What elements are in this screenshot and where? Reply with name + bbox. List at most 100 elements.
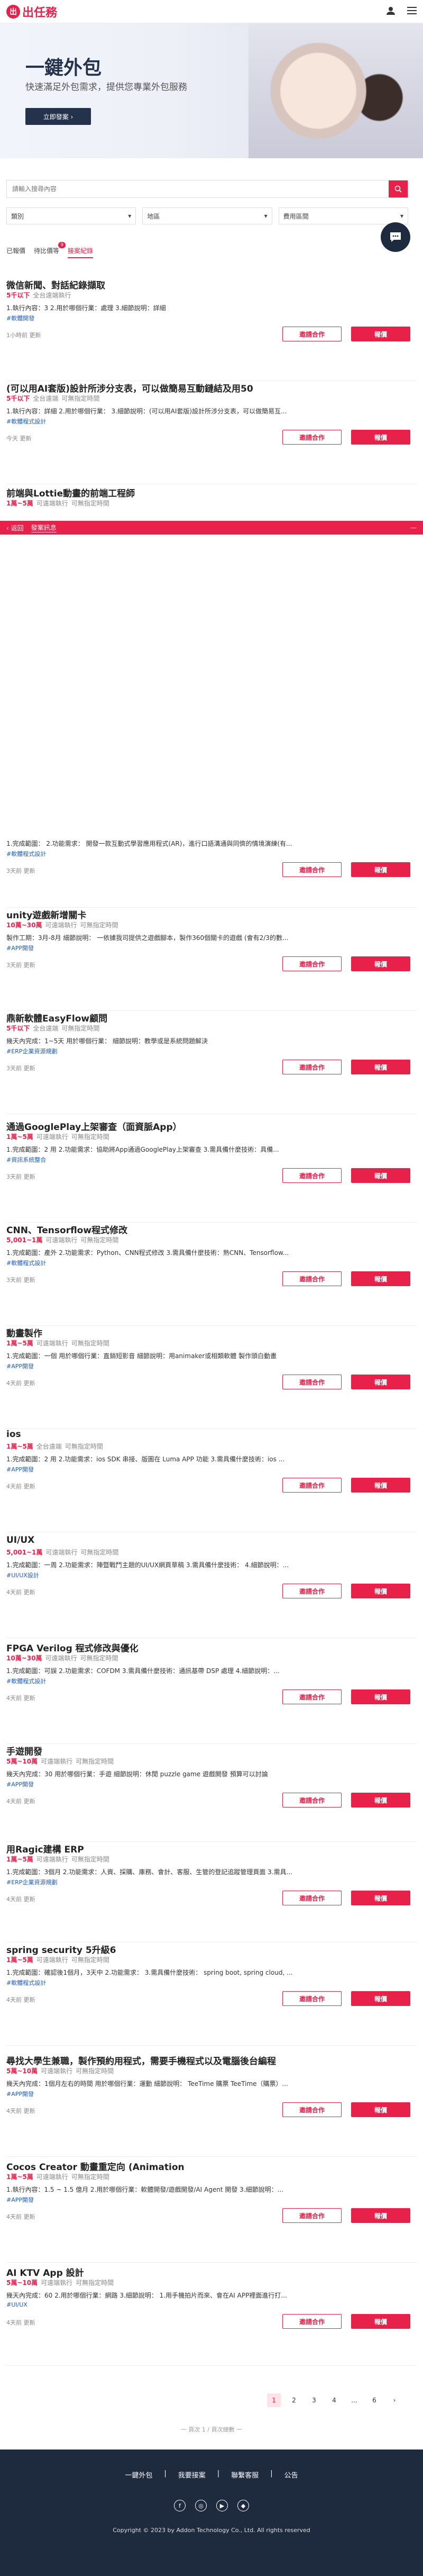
job-card[interactable]: Cocos Creator 動畫重定向 (Animation 1萬~5萬 可遠端執行… xyxy=(6,2159,417,2263)
quote-button[interactable]: 報價 xyxy=(351,1891,410,1905)
job-tag[interactable]: #軟體程式設計 xyxy=(6,1677,46,1685)
job-tag[interactable]: #軟體程式設計 xyxy=(6,1978,46,1987)
job-card[interactable]: FPGA Verilog 程式修改與優化 10萬~30萬 可遠端執行 可無指定時間 1.… xyxy=(6,1641,417,1744)
footer-link[interactable]: 公告 xyxy=(284,2470,298,2480)
job-card[interactable]: 通過GooglePlay上架審查（面資脈App） 1萬~5萬 可遠端執行 可無指定時間… xyxy=(6,1119,417,1223)
invite-button[interactable]: 邀請合作 xyxy=(282,2314,342,2329)
job-title[interactable]: ios xyxy=(6,1429,21,1440)
job-card[interactable]: 用Ragic建構 ERP 1萬~5萬 可遠端執行 可無指定時間 1.完成範圍：3個月 2… xyxy=(6,1842,417,1942)
job-card[interactable]: ios 1萬~5萬 全台遠端 可無指定時間 1.完成範圍：2 用 2.功能需求：ios … xyxy=(6,1429,417,1532)
instagram-icon[interactable]: ◎ xyxy=(195,2500,207,2511)
job-title[interactable]: UI/UX xyxy=(6,1535,34,1545)
invite-button[interactable]: 邀請合作 xyxy=(282,1478,342,1493)
invite-button[interactable]: 邀請合作 xyxy=(282,1991,342,2006)
user-icon[interactable] xyxy=(386,6,396,17)
category-select[interactable]: 類別 ▾ xyxy=(6,207,136,224)
job-tag[interactable]: #UI/UX設計 xyxy=(6,1571,39,1579)
invite-button[interactable]: 邀請合作 xyxy=(282,1891,342,1905)
job-card[interactable]: CNN、Tensorflow程式修改 5,001~1萬 可遠端執行 可無指定時間 1.完… xyxy=(6,1223,417,1326)
invite-button[interactable]: 邀請合作 xyxy=(282,327,342,341)
invite-button[interactable]: 邀請合作 xyxy=(282,1168,342,1183)
job-card[interactable]: unity遊戲新增關卡 10萬~30萬 可遠端執行 可無指定時間 製作工期：3月-8月 … xyxy=(6,908,417,1011)
quote-button[interactable]: 報價 xyxy=(351,327,410,341)
quote-button[interactable]: 報價 xyxy=(351,2208,410,2223)
job-card[interactable]: 前端與Lottie動畫的前端工程師 1萬~5萬 可遠端執行 可無指定時間 xyxy=(6,486,417,521)
job-title[interactable]: spring security 5升級6 xyxy=(6,1942,116,1956)
job-tag[interactable]: #UI/UX xyxy=(6,2301,27,2308)
youtube-icon[interactable]: ▶ xyxy=(216,2500,228,2511)
quote-button[interactable]: 報價 xyxy=(351,2314,410,2329)
invite-button[interactable]: 邀請合作 xyxy=(282,2208,342,2223)
quote-button[interactable]: 報價 xyxy=(351,1168,410,1183)
facebook-icon[interactable]: f xyxy=(174,2500,186,2511)
job-title[interactable]: 前端與Lottie動畫的前端工程師 xyxy=(6,486,135,499)
job-title[interactable]: 通過GooglePlay上架審查（面資脈App） xyxy=(6,1119,182,1133)
quote-button[interactable]: 報價 xyxy=(351,1584,410,1598)
invite-button[interactable]: 邀請合作 xyxy=(282,1793,342,1807)
invite-button[interactable]: 邀請合作 xyxy=(282,1584,342,1598)
menu-icon[interactable] xyxy=(407,6,417,16)
invite-button[interactable]: 邀請合作 xyxy=(282,2102,342,2117)
job-card[interactable]: UI/UX 5,001~1萬 可遠端執行 可無指定時間 1.完成範圍：一周 2.功能需求… xyxy=(6,1535,417,1638)
logo[interactable]: 出 出任務 xyxy=(6,3,57,20)
job-title[interactable]: 尋找大學生兼職，製作預約用程式，需要手機程式以及電腦後台編程 xyxy=(6,2054,276,2067)
job-card[interactable]: 手遊開發 5萬~10萬 可遠端執行 可無指定時間 幾天內完成：30 用於哪個行業：手遊 … xyxy=(6,1744,417,1842)
search-input[interactable] xyxy=(7,180,389,197)
page-button[interactable]: 3 xyxy=(307,2393,321,2407)
quote-button[interactable]: 報價 xyxy=(351,1793,410,1807)
job-tag[interactable]: #資訊系統整合 xyxy=(6,1155,46,1164)
quote-button[interactable]: 報價 xyxy=(351,862,410,877)
job-title[interactable]: Cocos Creator 動畫重定向 (Animation xyxy=(6,2159,185,2173)
job-tag[interactable]: #APP開發 xyxy=(6,1780,34,1788)
job-title[interactable]: unity遊戲新增關卡 xyxy=(6,908,86,921)
invite-button[interactable]: 邀請合作 xyxy=(282,956,342,971)
next-page-button[interactable]: › xyxy=(388,2393,401,2407)
page-button[interactable]: 4 xyxy=(327,2393,341,2407)
search-button[interactable] xyxy=(389,180,408,197)
quote-button[interactable]: 報價 xyxy=(351,1991,410,2006)
job-card[interactable]: 尋找大學生兼職，製作預約用程式，需要手機程式以及電腦後台編程 5萬~10萬 可遠端執… xyxy=(6,2054,417,2157)
job-tag[interactable]: #軟體開發 xyxy=(6,314,34,322)
minimize-button[interactable]: — xyxy=(410,524,417,531)
page-button[interactable]: 6 xyxy=(367,2393,381,2407)
footer-link[interactable]: 一鍵外包 xyxy=(125,2470,152,2480)
quote-button[interactable]: 報價 xyxy=(351,2102,410,2117)
invite-button[interactable]: 邀請合作 xyxy=(282,862,342,877)
job-card[interactable]: AI KTV App 設計 5萬~10萬 可遠端執行 可無指定時間 幾天內完成：60 2… xyxy=(6,2265,417,2366)
invite-button[interactable]: 邀請合作 xyxy=(282,1271,342,1286)
job-tag[interactable]: #ERP企業資源規劃 xyxy=(6,1878,57,1886)
job-card[interactable]: (可以用AI套版)設計所涉分支表，可以做簡易互動鏈結及用50 5千以下 全台遠端 可無… xyxy=(6,381,417,484)
back-button[interactable]: ‹ 返回 xyxy=(6,523,24,532)
job-card[interactable]: 1.完成範圍： 2.功能需求： 開發一款互動式學習應用程式(AR)，進行口語溝通… xyxy=(6,839,417,908)
page-button[interactable]: 2 xyxy=(287,2393,301,2407)
job-tag[interactable]: #APP開發 xyxy=(6,944,34,952)
tab-history[interactable]: 接案紀錄 xyxy=(68,246,94,258)
footer-link[interactable]: 聯繫客服 xyxy=(231,2470,259,2480)
post-project-button[interactable]: 立即發案 › xyxy=(25,108,91,125)
job-tag[interactable]: #APP開發 xyxy=(6,1362,34,1370)
job-title[interactable]: CNN、Tensorflow程式修改 xyxy=(6,1223,127,1236)
invite-button[interactable]: 邀請合作 xyxy=(282,1060,342,1074)
job-card[interactable]: 微信新聞、對話紀錄擷取 5千以下 全台遠端執行 1.執行內容：3 2.用於哪個行業：處… xyxy=(6,278,417,381)
job-tag[interactable]: #ERP企業資源規劃 xyxy=(6,1047,57,1055)
job-title[interactable]: 鼎新軟體EasyFlow顧問 xyxy=(6,1011,107,1024)
quote-button[interactable]: 報價 xyxy=(351,956,410,971)
job-title[interactable]: 動畫製作 xyxy=(6,1326,42,1339)
job-tag[interactable]: #軟體程式設計 xyxy=(6,417,46,426)
job-title[interactable]: AI KTV App 設計 xyxy=(6,2265,84,2279)
quote-button[interactable]: 報價 xyxy=(351,1478,410,1493)
job-title[interactable]: 用Ragic建構 ERP xyxy=(6,1842,84,1855)
job-title[interactable]: 微信新聞、對話紀錄擷取 xyxy=(6,278,105,291)
chat-button[interactable] xyxy=(381,222,410,252)
quote-button[interactable]: 報價 xyxy=(351,430,410,445)
quote-button[interactable]: 報價 xyxy=(351,1271,410,1286)
job-tag[interactable]: #軟體程式設計 xyxy=(6,1259,46,1267)
area-select[interactable]: 地區 ▾ xyxy=(142,207,272,224)
job-title[interactable]: FPGA Verilog 程式修改與優化 xyxy=(6,1641,139,1654)
page-button[interactable]: 1 xyxy=(267,2393,281,2407)
job-title[interactable]: (可以用AI套版)設計所涉分支表，可以做簡易互動鏈結及用50 xyxy=(6,381,253,394)
job-card[interactable]: 鼎新軟體EasyFlow顧問 5千以下 全台遠端 可無指定時間 幾天內完成：1~5天 用… xyxy=(6,1011,417,1114)
tab-quoted[interactable]: 已報價 xyxy=(6,246,25,258)
job-tag[interactable]: #軟體程式設計 xyxy=(6,849,46,858)
invite-button[interactable]: 邀請合作 xyxy=(282,430,342,445)
